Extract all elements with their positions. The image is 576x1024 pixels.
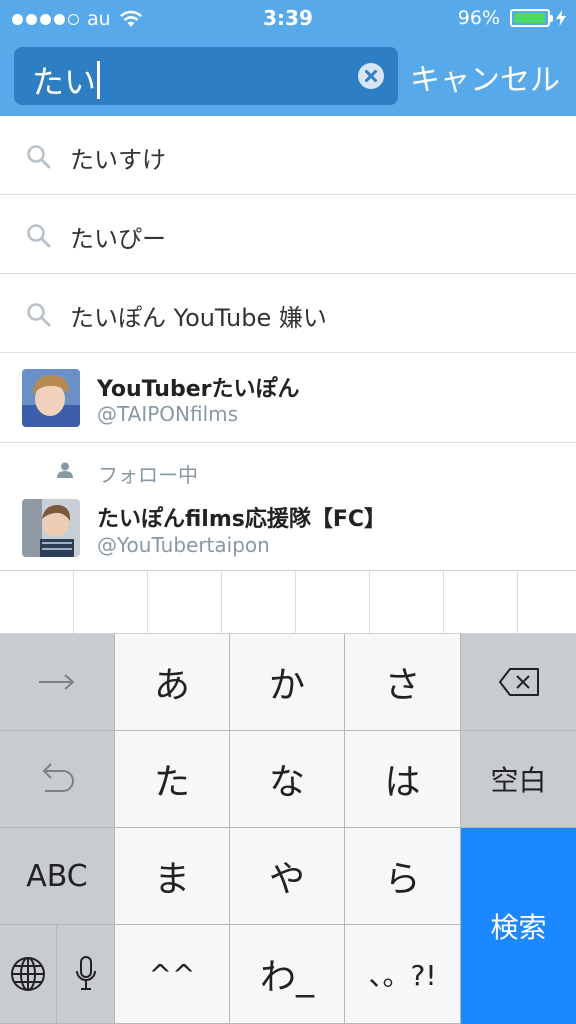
search-key[interactable]: 検索 (461, 828, 576, 1024)
suggestion-text: たいぴー (70, 225, 166, 253)
user-handle: @YouTubertaipon (97, 533, 270, 557)
key-wa[interactable]: わ_ (230, 925, 345, 1024)
prediction-slot[interactable] (296, 571, 370, 633)
dictation-key[interactable] (57, 925, 115, 1024)
text-cursor (97, 61, 101, 99)
prediction-slot[interactable] (74, 571, 148, 633)
suggestion-row[interactable]: たいぴー (0, 195, 576, 274)
avatar-image (22, 369, 80, 427)
suggestion-text: たいすけ (70, 146, 166, 174)
search-icon (27, 224, 51, 248)
backspace-key[interactable] (461, 634, 576, 731)
key-ha[interactable]: は (345, 731, 461, 828)
following-label: フォロー中 (98, 463, 198, 487)
key-ka[interactable]: か (230, 634, 345, 731)
search-query: たい (32, 63, 97, 101)
microphone-icon (75, 956, 96, 990)
space-key[interactable]: 空白 (461, 731, 576, 828)
prediction-slot[interactable] (444, 571, 518, 633)
battery-percent: 96% (457, 7, 500, 29)
prediction-bar (0, 570, 576, 634)
backspace-icon (498, 668, 539, 696)
search-icon (27, 303, 51, 327)
emoticon-key[interactable]: ^^ (115, 925, 230, 1024)
clear-icon (365, 70, 377, 82)
search-field[interactable]: たい (14, 47, 398, 105)
cancel-button[interactable]: キャンセル (410, 55, 560, 99)
person-icon (57, 462, 73, 478)
key-ta[interactable]: た (115, 731, 230, 828)
avatar (22, 369, 80, 427)
status-right: 96% (458, 7, 566, 29)
prediction-slot[interactable] (148, 571, 222, 633)
globe-key[interactable] (0, 925, 57, 1024)
globe-icon (11, 957, 45, 991)
navigation-header: au 3:39 96% たい キャンセル (0, 0, 576, 116)
suggestion-row[interactable]: たいぽん YouTube 嫌い (0, 274, 576, 353)
key-sa[interactable]: さ (345, 634, 461, 731)
prediction-slot[interactable] (0, 571, 74, 633)
suggestion-row[interactable]: たいすけ (0, 116, 576, 195)
prediction-slot[interactable] (518, 571, 576, 633)
undo-icon (42, 763, 74, 792)
search-input[interactable]: たい (32, 57, 101, 103)
key-na[interactable]: な (230, 731, 345, 828)
key-ra[interactable]: ら (345, 828, 461, 925)
avatar-image (22, 499, 80, 557)
battery-level (514, 13, 545, 23)
next-candidate-key[interactable] (0, 634, 115, 731)
suggestion-text: たいぽん YouTube 嫌い (70, 304, 327, 332)
kana-keyboard: あ か さ た な は 空白 ABC ま や ら 検索 ^^ わ_ 、。?! (0, 634, 576, 1024)
user-result-row[interactable]: フォロー中 たいぽんfilms応援隊【FC】 @YouTubertaipon (0, 443, 576, 570)
user-display-name: たいぽんfilms応援隊【FC】 (97, 507, 387, 532)
avatar (22, 499, 80, 557)
search-icon (27, 145, 51, 169)
clear-search-button[interactable] (358, 63, 384, 89)
right-arrow-icon (39, 674, 75, 690)
prediction-slot[interactable] (370, 571, 444, 633)
user-handle: @TAIPONfilms (97, 402, 239, 426)
user-display-name: YouTuberたいぽん (97, 377, 300, 402)
battery-nub (550, 15, 553, 22)
abc-key[interactable]: ABC (0, 828, 115, 925)
key-ya[interactable]: や (230, 828, 345, 925)
undo-key[interactable] (0, 731, 115, 828)
user-result-row[interactable]: YouTuberたいぽん @TAIPONfilms (0, 353, 576, 443)
status-bar: au 3:39 96% (0, 0, 576, 38)
punctuation-key[interactable]: 、。?! (345, 925, 461, 1024)
prediction-slot[interactable] (222, 571, 296, 633)
key-ma[interactable]: ま (115, 828, 230, 925)
key-a[interactable]: あ (115, 634, 230, 731)
battery-icon (510, 9, 553, 27)
charging-icon (556, 10, 566, 26)
